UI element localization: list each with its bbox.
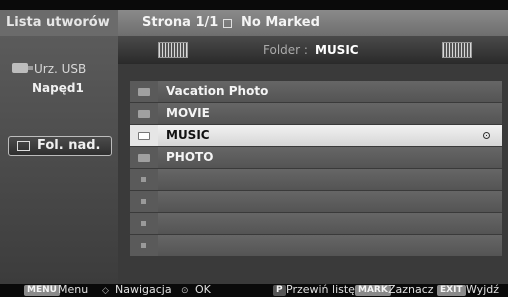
- row-icon-cell: [130, 103, 158, 124]
- sidebar-title: Lista utworów: [0, 10, 118, 36]
- navigation-arrows-icon: ◇: [102, 286, 109, 296]
- row-icon-cell: [130, 125, 158, 146]
- empty-row: [130, 235, 502, 257]
- empty-slot-icon: [141, 221, 146, 226]
- usb-device-item[interactable]: Urz. USB: [12, 60, 122, 82]
- menu-key[interactable]: MENU: [24, 285, 60, 296]
- row-icon-cell: [130, 191, 158, 212]
- folder-icon: [138, 132, 150, 140]
- scroll-list-hint: Przewiń listę: [286, 283, 355, 296]
- row-label: Vacation Photo: [166, 84, 269, 98]
- folder-row[interactable]: Vacation Photo: [130, 81, 502, 103]
- current-folder-name: MUSIC: [315, 43, 359, 57]
- ok-icon: ⊙: [181, 286, 189, 296]
- mark-hint: Zaznacz: [388, 283, 434, 296]
- row-icon-cell: [130, 169, 158, 190]
- folder-prefix: Folder :: [263, 43, 308, 57]
- menu-hint: Menu: [58, 283, 89, 296]
- selected-radio-icon: [483, 132, 490, 139]
- usb-device-label: Urz. USB: [34, 62, 87, 76]
- empty-row: [130, 169, 502, 191]
- mark-key[interactable]: MARK: [355, 285, 391, 296]
- marked-status: No Marked: [241, 15, 320, 30]
- folder-icon: [138, 88, 150, 96]
- folder-row[interactable]: MOVIE: [130, 103, 502, 125]
- row-icon-cell: [130, 235, 158, 256]
- page-indicator: Strona 1/1: [142, 15, 219, 30]
- empty-slot-icon: [141, 199, 146, 204]
- row-icon-cell: [130, 213, 158, 234]
- drive-label[interactable]: Napęd1: [32, 81, 84, 95]
- exit-key[interactable]: EXIT: [437, 285, 466, 296]
- folder-row[interactable]: MUSIC: [130, 125, 502, 147]
- mark-checkbox-icon: [223, 19, 232, 28]
- row-icon-cell: [130, 147, 158, 168]
- parent-folder-icon: [17, 141, 30, 151]
- parent-folder-button[interactable]: Fol. nad.: [8, 136, 112, 156]
- speaker-grille-icon: [158, 42, 188, 58]
- folder-row[interactable]: PHOTO: [130, 147, 502, 169]
- folder-icon: [138, 154, 150, 162]
- folder-bar: Folder : MUSIC: [118, 36, 508, 64]
- row-label: PHOTO: [166, 150, 214, 164]
- exit-hint: Wyjdź: [466, 283, 500, 296]
- empty-row: [130, 213, 502, 235]
- row-icon-cell: [130, 81, 158, 102]
- navigation-hint: Nawigacja: [115, 283, 172, 296]
- page-scroll-key[interactable]: P: [273, 285, 286, 296]
- parent-folder-label: Fol. nad.: [37, 138, 101, 153]
- empty-slot-icon: [141, 177, 146, 182]
- ok-hint: OK: [195, 283, 211, 296]
- bottom-hint-bar: MENU Menu ◇ Nawigacja ⊙ OK P Przewiń lis…: [0, 283, 508, 297]
- empty-slot-icon: [141, 243, 146, 248]
- list-header: Strona 1/1 No Marked: [118, 10, 508, 36]
- folder-icon: [138, 110, 150, 118]
- row-label: MUSIC: [166, 128, 210, 142]
- speaker-grille-icon: [442, 42, 472, 58]
- empty-row: [130, 191, 502, 213]
- row-label: MOVIE: [166, 106, 210, 120]
- usb-drive-icon: [12, 63, 33, 73]
